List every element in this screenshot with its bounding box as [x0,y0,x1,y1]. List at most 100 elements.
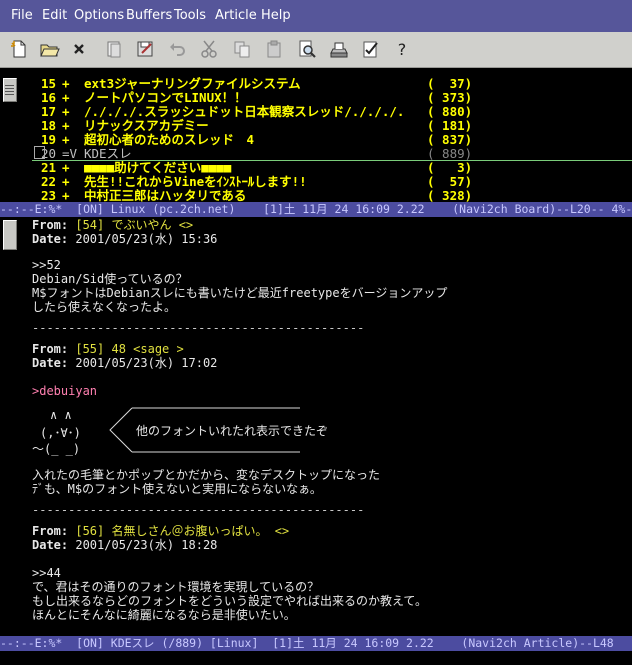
thread-mark: + [62,160,70,175]
save-icon[interactable] [134,38,156,60]
thread-number: 23 [40,188,56,202]
new-file-icon[interactable] [8,38,30,60]
post-body-line[interactable]: >>44 [32,566,61,581]
thread-row-selected[interactable]: 20 =V KDEスレ( 889) [32,146,632,161]
thread-count: ( 181) [427,118,473,133]
post-author: [56] 名無しさん＠お腹いっぱい。 <> [75,524,290,538]
thread-number: 21 [40,160,56,175]
post-from-line: From: [56] 名無しさん＠お腹いっぱい。 <> [32,524,289,539]
menu-file[interactable]: File [11,8,33,23]
thread-number: 18 [40,118,56,133]
print-icon[interactable] [328,38,350,60]
copy-icon[interactable] [231,38,253,60]
thread-number: 15 [40,76,56,91]
thread-count: ( 3) [427,160,473,175]
thread-title: リナックスアカデミー [84,118,209,133]
post-date: 2001/05/23(水) 18:28 [75,538,218,552]
post-body-line: ほんとにそんなに綺麗になるなら是非使いたい。 [32,608,296,622]
thread-number: 22 [40,174,56,189]
post-separator: ----------------------------------------… [32,503,365,517]
quote-line: >debuiyan [32,384,98,398]
thread-row[interactable]: 18 + リナックスアカデミー ( 181) [32,118,632,133]
emacs-window: File Edit Options Buffers Tools Article … [0,0,632,665]
thread-count: ( 880) [427,104,473,119]
thread-number: 17 [40,104,56,119]
aa-body: ～(_ _) [32,442,81,456]
open-folder-icon[interactable] [38,38,60,60]
thread-count: ( 889) [427,146,473,161]
minibuffer[interactable] [0,651,632,665]
scroll-grip-icon [5,85,14,95]
date-label: Date: [32,232,69,246]
post-body-line: ﾃﾞも、M$のフォント使えないと実用にならないなぁ。 [32,482,322,496]
thread-mark: =V [62,146,78,161]
post-date: 2001/05/23(水) 15:36 [75,232,218,246]
post-body-line: で、君はその通りのフォント環境を実現しているの？ [32,580,320,594]
paste-icon[interactable] [263,38,285,60]
post-author: [54] でぶいやん <> [75,218,194,232]
help-icon[interactable]: ? [391,38,413,60]
thread-count: ( 328) [427,188,473,202]
post-date: 2001/05/23(水) 17:02 [75,356,218,370]
article-mode-line: --:--E:%* [ON] KDEスレ (/889) [Linux] [1]土… [0,636,632,651]
aa-face: (,･∀･) [40,426,81,440]
board-mode-line: --:--E:%* [ON] Linux (pc.2ch.net) [1]土 1… [0,202,632,217]
svg-text:?: ? [398,40,407,59]
text-cursor [34,146,45,159]
post-body-line: もし出来るならどのフォントをどういう設定でやれば出来るのか教えて。 [32,594,428,608]
thread-row[interactable]: 23 + 中村正三郎はハッタリである ( 328) [32,188,632,202]
thread-row[interactable]: 17 + /./././.スラッシュドット日本観察スレッド/./././. ( 880… [32,104,632,119]
article-view: From: [54] でぶいやん <> Date: 2001/05/23(水) … [20,218,632,636]
menu-article[interactable]: Article [215,8,257,23]
aa-speech-text: 他のフォントいれたれ表示できたぞ [136,424,329,438]
search-icon[interactable] [296,38,318,60]
post-body-line: M$フォントはDebianスレにも書いたけど最近freetypeをバージョンアッ… [32,286,448,300]
board-thread-list: 15 + ext3ジャーナリングファイルシステム ( 37) 16 + ノートパソコンでL… [20,76,632,202]
thread-row[interactable]: 21 + ■■■■助けてください■■■■ ( 3) [32,160,632,175]
thread-row[interactable]: 15 + ext3ジャーナリングファイルシステム ( 37) [32,76,632,91]
menu-buffers[interactable]: Buffers [126,8,172,23]
thread-mark: + [62,132,70,147]
dired-icon[interactable] [103,38,125,60]
thread-mark: + [62,76,70,91]
undo-icon[interactable] [166,38,188,60]
thread-title: /./././.スラッシュドット日本観察スレッド/./././. [84,104,405,119]
article-scrollbar[interactable] [0,218,20,636]
thread-mark: + [62,104,70,119]
thread-row[interactable]: 16 + ノートパソコンでLINUX！！ ( 373) [32,90,632,105]
cut-icon[interactable] [198,38,220,60]
date-label: Date: [32,356,69,370]
thread-mark: + [62,90,70,105]
from-label: From: [32,342,69,356]
menu-bar: File Edit Options Buffers Tools Article … [0,0,632,32]
menu-tools[interactable]: Tools [174,8,206,23]
spell-check-icon[interactable] [360,38,382,60]
article-scroll-thumb[interactable] [3,220,17,250]
thread-title: 中村正三郎はハッタリである [84,188,247,202]
thread-count: ( 57) [427,174,473,189]
post-from-line: From: [55] 48 <sage > [32,342,184,357]
thread-title: ext3ジャーナリングファイルシステム [84,76,301,91]
post-body-line: 入れたの毛筆とかポップとかだから、変なデスクトップになった [32,468,381,482]
ascii-art: ∧ ∧ (,･∀･) ～(_ _) 他のフォントいれたれ表示できたぞ [32,406,332,456]
menu-help[interactable]: Help [261,8,291,23]
from-label: From: [32,218,69,232]
thread-mark: + [62,188,70,202]
thread-number: 16 [40,90,56,105]
close-x-icon[interactable] [68,38,90,60]
thread-row[interactable]: 19 + 超初心者のためのスレッド 4 ( 837) [32,132,632,147]
post-body-line: したら使えなくなったよ。 [32,300,177,314]
menu-options[interactable]: Options [74,8,124,23]
thread-count: ( 837) [427,132,473,147]
board-scrollbar[interactable] [0,76,20,202]
menu-edit[interactable]: Edit [42,8,67,23]
date-label: Date: [32,538,69,552]
thread-number: 19 [40,132,56,147]
thread-title: ■■■■助けてください■■■■ [84,160,232,175]
from-label: From: [32,524,69,538]
thread-count: ( 37) [427,76,473,91]
toolbar: ? [0,32,632,68]
thread-row[interactable]: 22 + 先生!!これからVineをｲﾝｽﾄｰﾙします!! ( 57) [32,174,632,189]
thread-title: ノートパソコンでLINUX！！ [84,90,247,105]
post-body-line[interactable]: >>52 [32,258,61,273]
